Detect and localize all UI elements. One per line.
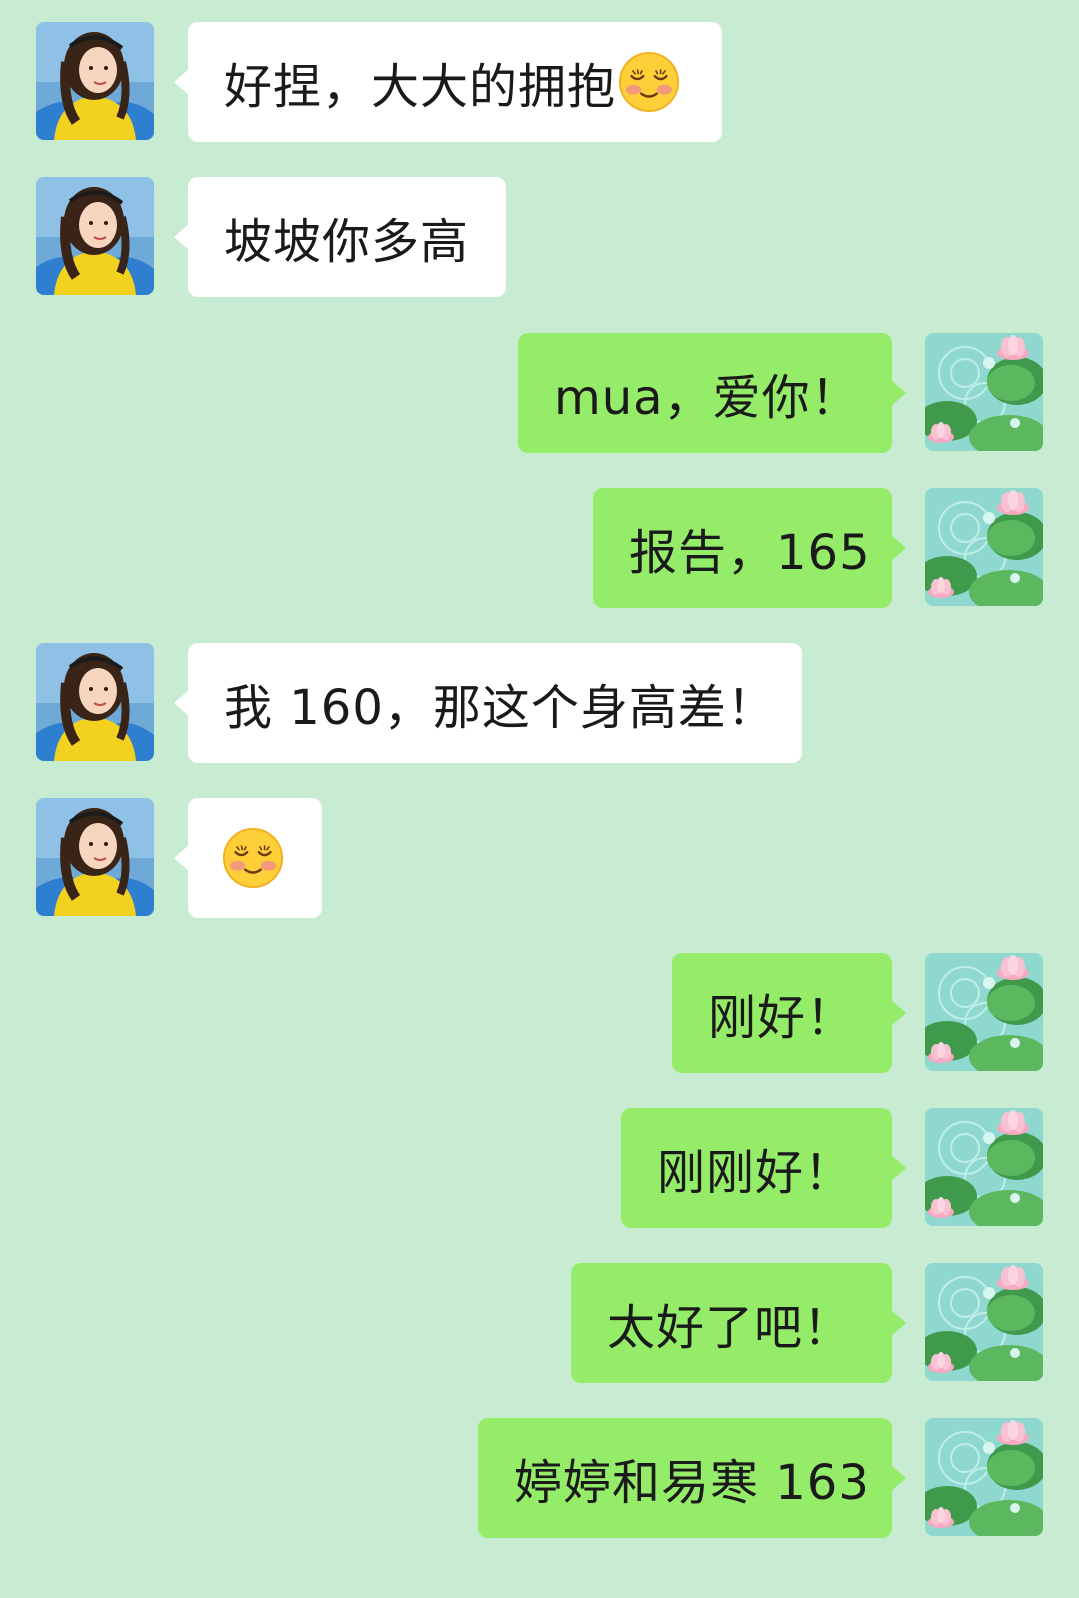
- lotus-pond-avatar-icon[interactable]: [925, 1418, 1043, 1536]
- message-text: 太好了吧！: [607, 1300, 853, 1356]
- message-text: 坡坡你多高: [224, 214, 470, 270]
- message-row-incoming: 坡坡你多高: [0, 177, 1079, 297]
- lotus-pond-avatar-icon[interactable]: [925, 1263, 1043, 1381]
- message-bubble-outgoing[interactable]: 太好了吧！: [571, 1263, 906, 1383]
- message-text: 好捏，大大的拥抱: [224, 59, 617, 115]
- message-bubble-outgoing[interactable]: 婷婷和易寒 163: [478, 1418, 906, 1538]
- message-bubble-outgoing[interactable]: mua，爱你！: [518, 333, 906, 453]
- message-text: 刚刚好！: [657, 1145, 854, 1201]
- lotus-pond-avatar-icon[interactable]: [925, 488, 1043, 606]
- message-row-incoming: [0, 798, 1079, 918]
- message-row-outgoing: 刚刚好！: [0, 1108, 1079, 1228]
- message-bubble-outgoing[interactable]: 报告，165: [593, 488, 906, 608]
- message-row-incoming: 我 160，那这个身高差！: [0, 643, 1079, 763]
- message-bubble-incoming[interactable]: 好捏，大大的拥抱: [174, 22, 722, 142]
- message-row-outgoing: 报告，165: [0, 488, 1079, 608]
- lotus-pond-avatar-icon[interactable]: [925, 333, 1043, 451]
- message-row-outgoing: 婷婷和易寒 163: [0, 1418, 1079, 1538]
- message-text: mua，爱你！: [554, 370, 860, 426]
- message-row-outgoing: 太好了吧！: [0, 1263, 1079, 1383]
- message-text: 刚好！: [708, 990, 856, 1046]
- message-bubble-incoming[interactable]: [174, 798, 322, 918]
- girl-portrait-avatar-icon[interactable]: [36, 643, 154, 761]
- message-row-incoming: 好捏，大大的拥抱: [0, 22, 1079, 142]
- girl-portrait-avatar-icon[interactable]: [36, 798, 154, 916]
- girl-portrait-avatar-icon[interactable]: [36, 177, 154, 295]
- message-text: 我 160，那这个身高差！: [224, 680, 776, 736]
- message-bubble-incoming[interactable]: 我 160，那这个身高差！: [174, 643, 802, 763]
- message-bubble-incoming[interactable]: 坡坡你多高: [174, 177, 506, 297]
- lotus-pond-avatar-icon[interactable]: [925, 953, 1043, 1071]
- message-bubble-outgoing[interactable]: 刚刚好！: [621, 1108, 906, 1228]
- message-row-outgoing: mua，爱你！: [0, 333, 1079, 453]
- message-text: 婷婷和易寒 163: [514, 1455, 870, 1511]
- message-text: 报告，165: [629, 525, 871, 581]
- shy-smile-emoji-icon: [618, 51, 680, 113]
- message-row-outgoing: 刚好！: [0, 953, 1079, 1073]
- girl-portrait-avatar-icon[interactable]: [36, 22, 154, 140]
- lotus-pond-avatar-icon[interactable]: [925, 1108, 1043, 1226]
- shy-smile-emoji-icon: [222, 827, 284, 889]
- chat-window: 好捏，大大的拥抱 坡坡你多高 mua，爱你！ 报告，165 我 160，那这个身…: [0, 0, 1079, 1598]
- message-bubble-outgoing[interactable]: 刚好！: [672, 953, 906, 1073]
